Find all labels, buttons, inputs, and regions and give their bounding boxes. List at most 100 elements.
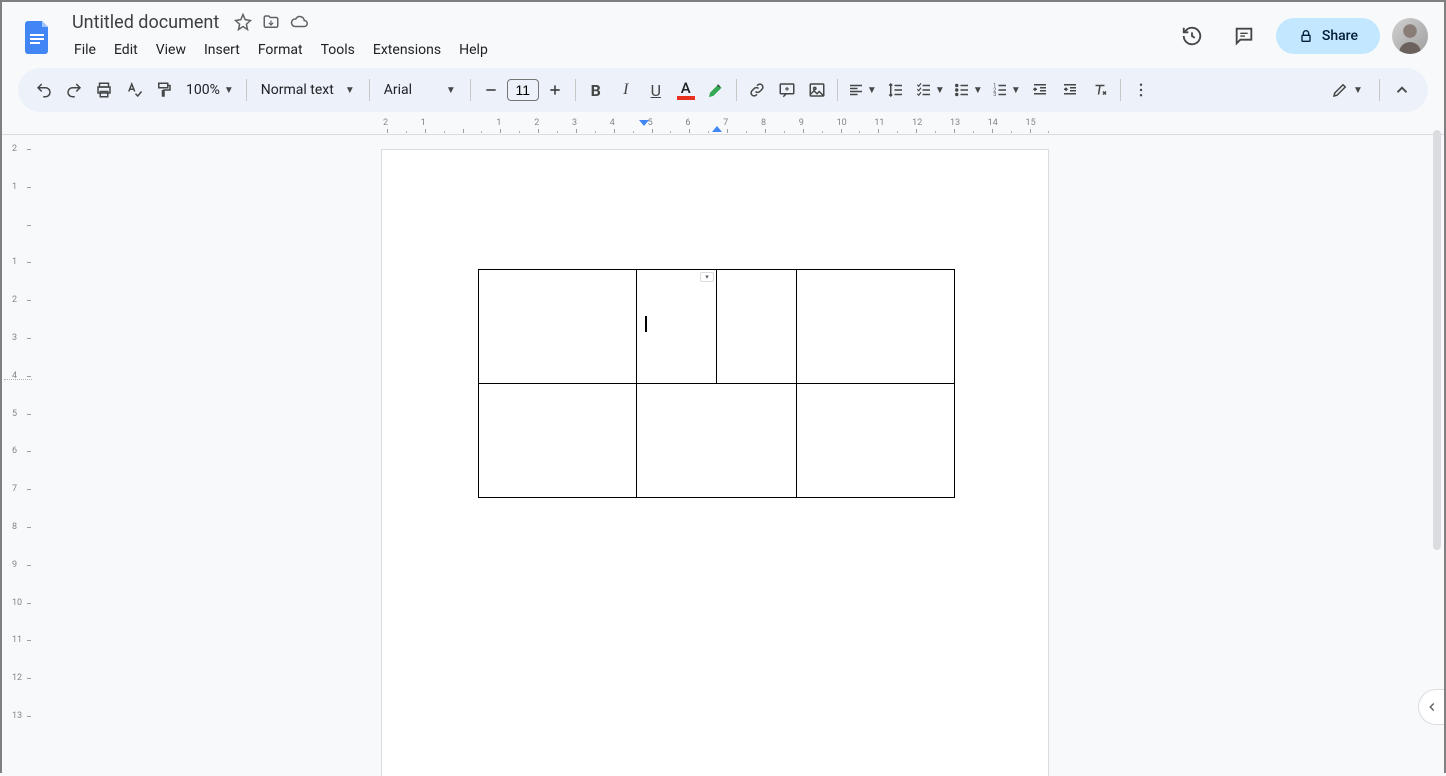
separator [736,79,737,101]
more-button[interactable] [1127,76,1155,104]
redo-button[interactable] [60,76,88,104]
spellcheck-button[interactable] [120,76,148,104]
ruler-tick: 3 [2,338,37,376]
chevron-down-icon: ▼ [345,85,355,96]
menu-insert[interactable]: Insert [196,38,248,62]
text-color-button[interactable]: A [672,76,700,104]
vertical-ruler[interactable]: 2112345678910111213 [2,135,37,776]
ruler-tick: 1 [425,118,463,134]
menu-edit[interactable]: Edit [106,38,146,62]
paint-format-button[interactable] [150,76,178,104]
line-spacing-button[interactable] [882,76,910,104]
bold-button[interactable]: B [582,76,610,104]
insert-image-button[interactable] [803,76,831,104]
ruler-tick: 4 [2,376,37,414]
ruler-tick: 8 [2,527,37,565]
underline-button[interactable]: U [642,76,670,104]
italic-button[interactable]: I [612,76,640,104]
ruler-tick: 1 [2,187,37,225]
editing-mode-button[interactable]: ▼ [1323,76,1371,104]
menu-view[interactable]: View [148,38,194,62]
separator [369,79,370,101]
ruler-tick: 9 [803,118,841,134]
ruler-tick: 11 [878,118,916,134]
ruler-area: 21123456789101112131415 [2,118,1444,135]
highlight-button[interactable] [702,76,730,104]
document-table[interactable]: ▾ [478,269,955,498]
table-cell[interactable] [479,270,637,384]
vertical-scrollbar[interactable] [1432,130,1442,690]
avatar[interactable] [1392,18,1428,54]
table-row[interactable] [479,384,955,498]
menu-help[interactable]: Help [451,38,496,62]
table-cell[interactable] [797,384,955,498]
menu-bar: File Edit View Insert Format Tools Exten… [66,37,1172,63]
chevron-down-icon: ▼ [1011,85,1021,96]
star-icon[interactable] [233,12,253,32]
add-comment-button[interactable] [773,76,801,104]
align-button[interactable]: ▼ [844,76,880,104]
zoom-select[interactable]: 100% ▼ [180,76,240,104]
font-size-input[interactable] [507,79,539,101]
increase-font-size-button[interactable] [541,76,569,104]
scrollbar-thumb[interactable] [1433,130,1441,550]
menu-tools[interactable]: Tools [313,38,363,62]
decrease-indent-button[interactable] [1026,76,1054,104]
zoom-value: 100% [186,82,220,98]
text-cursor [645,316,647,332]
ruler-tick [463,118,501,134]
horizontal-ruler[interactable]: 21123456789101112131415 [37,118,1444,134]
decrease-font-size-button[interactable] [477,76,505,104]
undo-button[interactable] [30,76,58,104]
right-indent-marker[interactable] [711,125,723,133]
document-viewport[interactable]: ▾ [37,135,1444,776]
first-line-indent-marker[interactable] [638,119,650,127]
table-cell[interactable] [637,384,797,498]
collapse-toolbar-button[interactable] [1388,76,1416,104]
toolbar-right: ▼ [1323,76,1416,104]
ruler-tick: 2 [2,300,37,338]
ruler-tick [2,225,37,263]
table-cell[interactable] [797,270,955,384]
content-area: 2112345678910111213 ▾ [2,135,1444,776]
share-label: Share [1322,28,1358,44]
title-area: Untitled document File Edit View Insert … [66,9,1172,63]
menu-file[interactable]: File [66,38,104,62]
increase-indent-button[interactable] [1056,76,1084,104]
separator [246,79,247,101]
clear-formatting-button[interactable] [1086,76,1114,104]
cloud-status-icon[interactable] [289,12,309,32]
table-cell[interactable] [717,270,797,384]
font-select[interactable]: Arial ▼ [376,76,464,104]
ruler-tick: 12 [916,118,954,134]
table-cell-active[interactable]: ▾ [637,270,717,384]
table-cell[interactable] [479,384,637,498]
doc-title[interactable]: Untitled document [66,10,225,35]
ruler-tick: 14 [992,118,1030,134]
separator [470,79,471,101]
insert-link-button[interactable] [743,76,771,104]
menu-extensions[interactable]: Extensions [365,38,449,62]
ruler-dashed [4,379,32,380]
comments-icon[interactable] [1224,16,1264,56]
chevron-down-icon: ▼ [224,85,234,96]
bulleted-list-button[interactable]: ▼ [950,76,986,104]
header-right: Share [1172,16,1428,56]
ruler-tick: 15 [1030,118,1068,134]
share-button[interactable]: Share [1276,18,1380,54]
numbered-list-button[interactable]: 123 ▼ [988,76,1024,104]
page[interactable]: ▾ [381,149,1049,776]
checklist-button[interactable]: ▼ [912,76,948,104]
move-icon[interactable] [261,12,281,32]
separator [575,79,576,101]
docs-logo[interactable] [18,16,58,56]
ruler-corner [2,118,37,134]
ruler-tick: 1 [500,118,538,134]
separator [1120,79,1121,101]
menu-format[interactable]: Format [250,38,311,62]
history-icon[interactable] [1172,16,1212,56]
cell-options-icon[interactable]: ▾ [700,272,714,282]
print-button[interactable] [90,76,118,104]
paragraph-style-select[interactable]: Normal text ▼ [253,76,363,104]
table-row[interactable]: ▾ [479,270,955,384]
